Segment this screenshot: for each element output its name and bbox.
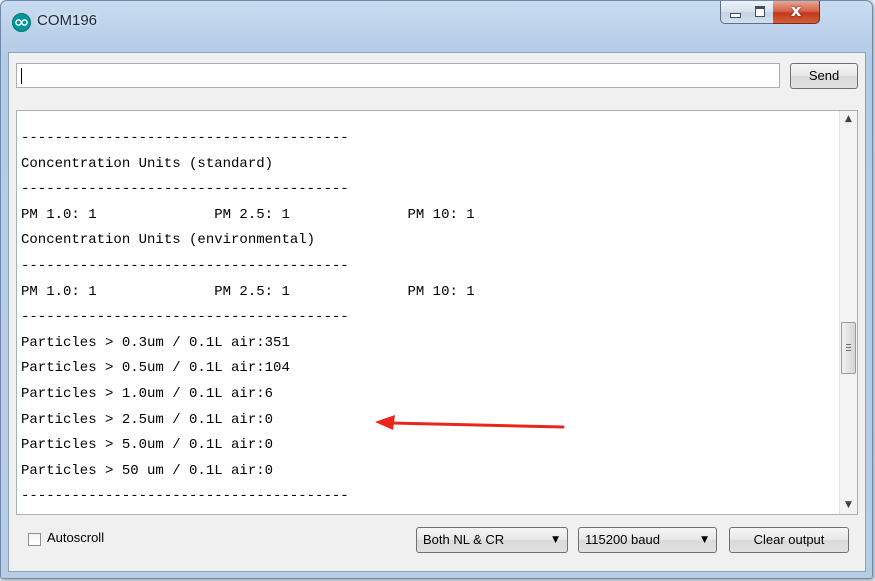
serial-output-line: Particles > 2.5um / 0.1L air:0: [21, 411, 274, 428]
serial-monitor-client: Send -----------------------------------…: [8, 52, 866, 572]
serial-output-line: ---------------------------------------: [21, 181, 349, 198]
send-button[interactable]: Send: [790, 63, 858, 89]
scroll-up-arrow-icon[interactable]: ▲: [840, 111, 857, 128]
autoscroll-checkbox[interactable]: [28, 533, 41, 546]
serial-output-line: Concentration Units (environmental): [21, 232, 316, 249]
window-title: COM196: [37, 12, 98, 29]
serial-monitor-window: COM196 x Send --------------------------…: [0, 0, 873, 579]
text-caret: [21, 68, 22, 84]
close-button[interactable]: x: [773, 1, 820, 24]
maximize-icon: [755, 6, 765, 17]
serial-output-line: ---------------------------------------: [21, 130, 349, 146]
title-bar[interactable]: COM196 x: [1, 1, 872, 53]
serial-output-line: ---------------------------------------: [21, 257, 349, 274]
grip-line: [846, 350, 851, 351]
close-icon: x: [790, 1, 802, 20]
bottom-toolbar: Autoscroll Both NL & CR ▼ 115200 baud ▼ …: [9, 517, 865, 571]
serial-output-line: Particles > 0.5um / 0.1L air:104: [21, 360, 290, 377]
send-input[interactable]: [16, 63, 780, 88]
autoscroll-label: Autoscroll: [47, 530, 105, 545]
serial-output-line: Particles > 5.0um / 0.1L air:0: [21, 437, 274, 454]
baud-rate-select[interactable]: 115200 baud ▼: [578, 527, 717, 553]
serial-output-line: ---------------------------------------: [21, 488, 349, 505]
red-arrow-icon: [375, 415, 565, 430]
serial-output-line: ---------------------------------------: [21, 309, 349, 326]
serial-output-line: Particles > 1.0um / 0.1L air:6: [21, 385, 274, 402]
line-ending-select[interactable]: Both NL & CR ▼: [416, 527, 568, 553]
scroll-down-arrow-icon[interactable]: ▼: [840, 497, 857, 514]
chevron-down-icon: ▼: [552, 535, 559, 545]
serial-output-text: --------------------------------------- …: [21, 126, 475, 510]
baud-rate-value: 115200 baud: [585, 532, 660, 547]
grip-line: [846, 347, 851, 348]
scrollbar-thumb[interactable]: [841, 322, 856, 374]
serial-output-line: Particles > 50 um / 0.1L air:0: [21, 462, 274, 479]
arduino-icon: [12, 13, 31, 32]
grip-line: [846, 344, 851, 345]
line-ending-value: Both NL & CR: [423, 532, 505, 547]
serial-output-line: Particles > 0.3um / 0.1L air:351: [21, 334, 290, 351]
serial-output-line: Concentration Units (standard): [21, 155, 274, 172]
minimize-button[interactable]: [720, 1, 749, 24]
serial-output-line: PM 1.0: 1 PM 2.5: 1 PM 10: 1: [21, 283, 475, 300]
clear-output-button[interactable]: Clear output: [729, 527, 849, 553]
serial-output-line: PM 1.0: 1 PM 2.5: 1 PM 10: 1: [21, 206, 475, 223]
serial-output-area[interactable]: --------------------------------------- …: [16, 110, 858, 515]
maximize-button[interactable]: [747, 1, 774, 24]
vertical-scrollbar[interactable]: ▲ ▼: [839, 111, 857, 514]
minimize-icon: [730, 13, 741, 18]
chevron-down-icon: ▼: [701, 535, 708, 545]
